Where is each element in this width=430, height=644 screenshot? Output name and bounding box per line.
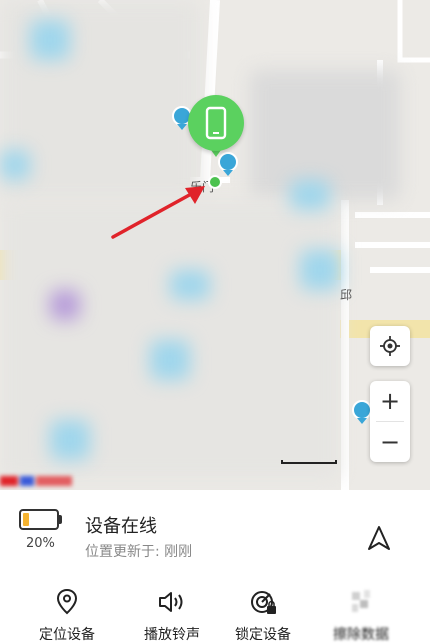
- device-status: 设备在线: [85, 516, 157, 537]
- update-prefix: 位置更新于:: [85, 544, 160, 560]
- battery-icon: [19, 509, 59, 530]
- erase-icon: [352, 590, 370, 612]
- blurred-area: [50, 420, 90, 460]
- action-label: 擦除数据: [333, 627, 389, 643]
- device-marker[interactable]: [188, 95, 244, 151]
- battery-level: [23, 513, 29, 526]
- poi-pointer: [177, 124, 187, 130]
- locate-control: [370, 326, 410, 366]
- blurred-area: [0, 150, 30, 180]
- navigation-arrow-icon: [368, 526, 390, 550]
- map-provider-logo: [0, 476, 72, 486]
- blurred-area: [50, 290, 80, 320]
- blurred-area: [300, 250, 340, 290]
- map-view[interactable]: 乐门 邱 + −: [0, 0, 430, 490]
- poi-icon[interactable]: [352, 400, 372, 420]
- district-label: 邱: [340, 288, 353, 302]
- lock-radar-icon: [251, 591, 276, 614]
- poi-pointer: [223, 170, 233, 176]
- battery-percent: 20%: [26, 536, 55, 551]
- lock-device-button[interactable]: 锁定设备: [218, 588, 308, 644]
- blurred-area: [170, 270, 210, 300]
- map-pin-icon: [56, 588, 78, 615]
- update-time: 刚刚: [164, 544, 193, 560]
- crosshair-icon: [380, 336, 400, 356]
- action-label: 播放铃声: [144, 627, 200, 643]
- update-info: 位置更新于: 刚刚: [85, 541, 192, 561]
- locate-device-button[interactable]: 定位设备: [22, 588, 112, 644]
- speaker-icon: [159, 592, 183, 612]
- zoom-in-button[interactable]: +: [370, 381, 410, 421]
- play-sound-button[interactable]: 播放铃声: [127, 588, 217, 644]
- navigate-button[interactable]: [364, 523, 394, 553]
- blurred-area: [30, 20, 70, 60]
- battery-cap: [59, 515, 62, 524]
- blurred-area: [150, 340, 190, 380]
- blurred-area: [290, 180, 330, 210]
- action-label: 锁定设备: [235, 627, 291, 643]
- action-label: 定位设备: [39, 627, 95, 643]
- erase-data-button[interactable]: 擦除数据: [316, 588, 406, 644]
- map-scale-bar: [281, 460, 337, 464]
- locate-button[interactable]: [370, 326, 410, 366]
- zoom-control: + −: [370, 381, 410, 462]
- poi-pointer: [357, 418, 367, 424]
- phone-icon: [205, 106, 227, 140]
- annotation-arrow-icon: [111, 186, 205, 239]
- zoom-out-button[interactable]: −: [370, 422, 410, 462]
